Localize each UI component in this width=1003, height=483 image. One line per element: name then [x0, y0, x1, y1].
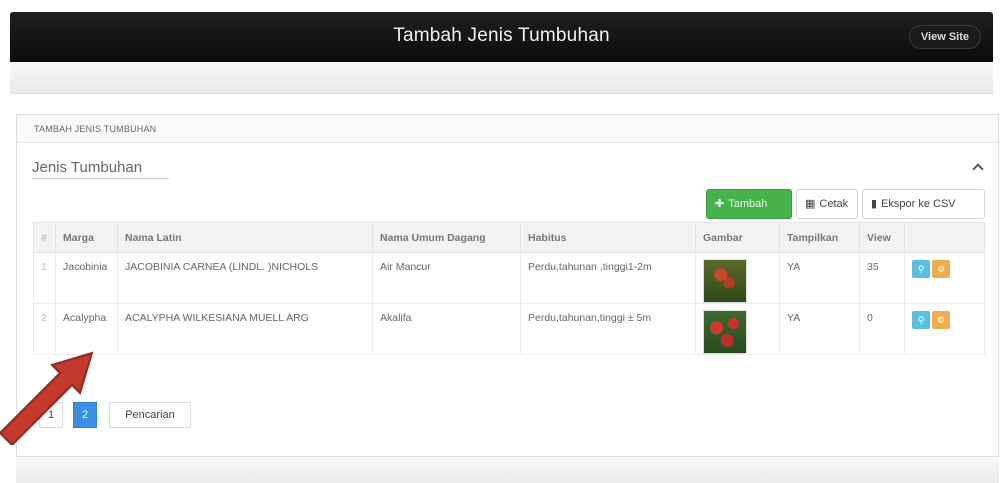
cell-view: 35	[859, 252, 905, 304]
cell-view: 0	[859, 303, 905, 355]
plant-thumbnail[interactable]	[703, 259, 747, 303]
print-button-label: Cetak	[819, 198, 849, 210]
col-header-nama-latin[interactable]: Nama Latin	[117, 222, 373, 253]
add-button[interactable]: ✚ Tambah	[706, 189, 792, 219]
cell-habitus: Perdu,tahunan,tinggi ± 5m	[520, 303, 696, 355]
cell-nama-umum: Akalifa	[372, 303, 521, 355]
top-header: Tambah Jenis Tumbuhan View Site	[10, 12, 993, 62]
cell-nama-umum: Air Mancur	[372, 252, 521, 304]
col-header-nama-umum[interactable]: Nama Umum Dagang	[372, 222, 521, 253]
red-arrow-annotation	[0, 351, 94, 445]
add-button-label: Tambah	[728, 198, 768, 210]
table-header-row: # Marga Nama Latin Nama Umum Dagang Habi…	[33, 222, 985, 253]
sub-navbar	[10, 62, 993, 94]
cell-habitus: Perdu,tahunan ,tinggi1-2m	[520, 252, 696, 304]
print-icon: ▦	[805, 198, 816, 210]
table-row: 1 Jacobinia JACOBINIA CARNEA (LINDL. )NI…	[33, 252, 985, 304]
cell-nama-latin: ACALYPHA WILKESIANA MUELL ARG	[117, 303, 373, 355]
page-title: Tambah Jenis Tumbuhan	[393, 25, 610, 46]
gear-icon[interactable]: ⚙	[932, 311, 950, 329]
plus-circle-icon: ✚	[715, 198, 725, 210]
breadcrumb: TAMBAH JENIS TUMBUHAN	[17, 115, 998, 143]
col-header-habitus[interactable]: Habitus	[520, 222, 696, 253]
export-csv-label: Ekspor ke CSV	[881, 198, 956, 210]
cell-nama-latin: JACOBINIA CARNEA (LINDL. )NICHOLS	[117, 252, 373, 304]
plant-thumbnail[interactable]	[703, 310, 747, 354]
view-site-button[interactable]: View Site	[908, 25, 981, 49]
breadcrumb-label: TAMBAH JENIS TUMBUHAN	[34, 124, 157, 134]
chevron-up-icon[interactable]	[972, 163, 984, 175]
table-row: 2 Acalypha ACALYPHA WILKESIANA MUELL ARG…	[33, 303, 985, 355]
gear-icon[interactable]: ⚙	[932, 260, 950, 278]
cell-gambar	[695, 252, 780, 304]
search-icon[interactable]: ⚲	[912, 260, 930, 278]
cell-number: 1	[33, 252, 56, 304]
print-button[interactable]: ▦ Cetak	[796, 189, 858, 219]
col-header-tampilkan[interactable]: Tampilkan	[779, 222, 860, 253]
search-button[interactable]: Pencarian	[109, 402, 191, 428]
plant-types-table: # Marga Nama Latin Nama Umum Dagang Habi…	[33, 222, 985, 355]
search-icon[interactable]: ⚲	[912, 311, 930, 329]
col-header-view[interactable]: View	[859, 222, 905, 253]
col-header-actions	[904, 222, 985, 253]
cell-tampilkan: YA	[779, 303, 860, 355]
export-csv-button[interactable]: ▮ Ekspor ke CSV	[862, 189, 985, 219]
cell-actions: ⚲ ⚙	[904, 303, 985, 355]
section-divider	[32, 178, 169, 179]
cell-gambar	[695, 303, 780, 355]
col-header-marga[interactable]: Marga	[55, 222, 118, 253]
arrow-shape	[0, 351, 94, 445]
cell-actions: ⚲ ⚙	[904, 252, 985, 304]
section-title: Jenis Tumbuhan	[32, 159, 143, 176]
col-header-gambar[interactable]: Gambar	[695, 222, 780, 253]
file-icon: ▮	[871, 198, 878, 210]
col-header-number[interactable]: #	[33, 222, 56, 253]
panel-footer	[16, 456, 999, 483]
cell-tampilkan: YA	[779, 252, 860, 304]
cell-marga: Jacobinia	[55, 252, 118, 304]
